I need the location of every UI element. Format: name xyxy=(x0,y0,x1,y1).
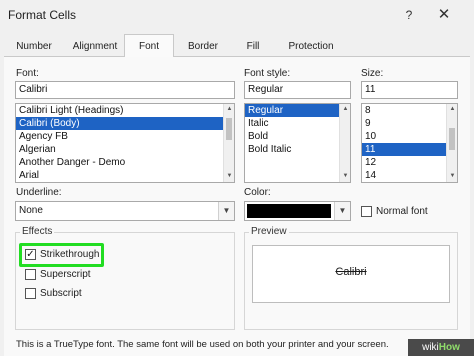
list-item[interactable]: Calibri Light (Headings) xyxy=(16,104,234,117)
strikethrough-label: Strikethrough xyxy=(40,249,100,260)
font-style-scrollbar[interactable]: ▲ ▼ xyxy=(339,104,350,182)
tab-protection[interactable]: Protection xyxy=(280,36,342,56)
list-item[interactable]: 10 xyxy=(362,130,457,143)
watermark-suffix: How xyxy=(438,342,460,353)
list-item-selected[interactable]: Regular xyxy=(245,104,350,117)
wikihow-watermark: wikiHow xyxy=(408,339,474,356)
preview-box: Calibri xyxy=(252,245,450,303)
list-item[interactable]: 9 xyxy=(362,117,457,130)
tab-fill[interactable]: Fill xyxy=(236,36,270,56)
dialog-title: Format Cells xyxy=(8,8,77,22)
superscript-checkbox[interactable] xyxy=(25,269,36,280)
chevron-down-icon[interactable]: ▼ xyxy=(218,202,234,220)
effects-title: Effects xyxy=(20,226,55,237)
underline-value: None xyxy=(19,205,43,216)
tab-font[interactable]: Font xyxy=(124,34,174,57)
list-item[interactable]: Bold xyxy=(245,130,350,143)
scroll-down-icon[interactable]: ▼ xyxy=(447,171,457,182)
font-label: Font: xyxy=(16,68,39,79)
tab-number[interactable]: Number xyxy=(8,36,60,56)
normal-font-label: Normal font xyxy=(376,206,428,217)
underline-label: Underline: xyxy=(16,187,62,198)
list-item[interactable]: Arial xyxy=(16,169,234,182)
superscript-label: Superscript xyxy=(40,269,91,280)
list-item-selected[interactable]: 11 xyxy=(362,143,457,156)
close-button[interactable]: ✕ xyxy=(430,4,458,26)
scroll-up-icon[interactable]: ▲ xyxy=(224,104,234,115)
scroll-up-icon[interactable]: ▲ xyxy=(340,104,350,115)
watermark-prefix: wiki xyxy=(422,342,439,353)
color-select[interactable]: ▼ xyxy=(244,201,351,221)
list-item[interactable]: 8 xyxy=(362,104,457,117)
list-item[interactable]: Bold Italic xyxy=(245,143,350,156)
list-item[interactable]: Another Danger - Demo xyxy=(16,156,234,169)
subscript-checkbox[interactable] xyxy=(25,288,36,299)
preview-title: Preview xyxy=(249,226,289,237)
scroll-down-icon[interactable]: ▼ xyxy=(224,171,234,182)
font-list[interactable]: Calibri Light (Headings) Calibri (Body) … xyxy=(15,103,235,183)
chevron-down-icon[interactable]: ▼ xyxy=(334,202,350,220)
list-item[interactable]: Algerian xyxy=(16,143,234,156)
strikethrough-checkbox[interactable]: ✓ xyxy=(25,249,36,260)
preview-sample: Calibri xyxy=(335,266,367,278)
font-list-scrollbar[interactable]: ▲ ▼ xyxy=(223,104,234,182)
title-bar: Format Cells ? ✕ xyxy=(0,0,474,30)
normal-font-checkbox[interactable] xyxy=(361,206,372,217)
size-list[interactable]: 8 9 10 11 12 14 ▲ ▼ xyxy=(361,103,458,183)
list-item[interactable]: Italic xyxy=(245,117,350,130)
font-style-input[interactable]: Regular xyxy=(244,81,351,99)
scroll-up-icon[interactable]: ▲ xyxy=(447,104,457,115)
size-input[interactable]: 11 xyxy=(361,81,458,99)
tab-border[interactable]: Border xyxy=(180,36,226,56)
color-swatch xyxy=(247,204,331,218)
font-style-list[interactable]: Regular Italic Bold Bold Italic ▲ ▼ xyxy=(244,103,351,183)
list-item-selected[interactable]: Calibri (Body) xyxy=(16,117,234,130)
underline-select[interactable]: None ▼ xyxy=(15,201,235,221)
scroll-down-icon[interactable]: ▼ xyxy=(340,171,350,182)
subscript-label: Subscript xyxy=(40,288,82,299)
list-item[interactable]: 12 xyxy=(362,156,457,169)
help-button[interactable]: ? xyxy=(398,5,420,25)
scroll-thumb[interactable] xyxy=(449,128,455,150)
font-style-label: Font style: xyxy=(244,68,291,79)
list-item[interactable]: 14 xyxy=(362,169,457,182)
footer-text: This is a TrueType font. The same font w… xyxy=(16,339,389,350)
scroll-thumb[interactable] xyxy=(226,118,232,140)
font-input[interactable]: Calibri xyxy=(15,81,235,99)
size-list-scrollbar[interactable]: ▲ ▼ xyxy=(446,104,457,182)
tab-alignment[interactable]: Alignment xyxy=(62,36,128,56)
color-label: Color: xyxy=(244,187,271,198)
size-label: Size: xyxy=(361,68,384,79)
list-item[interactable]: Agency FB xyxy=(16,130,234,143)
